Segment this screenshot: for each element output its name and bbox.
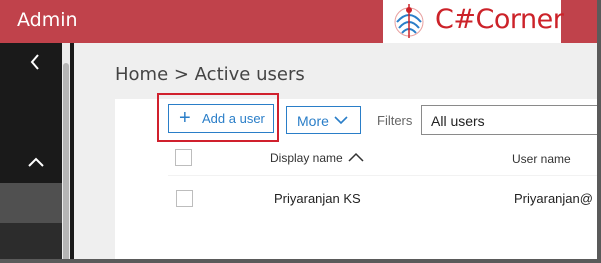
plus-icon: + bbox=[179, 107, 191, 129]
row-checkbox[interactable] bbox=[176, 190, 193, 207]
c-sharp-corner-logo-icon bbox=[394, 4, 424, 38]
app-title: Admin bbox=[17, 9, 78, 31]
add-user-label: Add a user bbox=[202, 111, 265, 126]
chevron-left-icon[interactable] bbox=[29, 53, 41, 75]
more-label: More bbox=[297, 113, 329, 129]
chevron-down-icon bbox=[334, 116, 348, 125]
sidebar-item[interactable] bbox=[0, 223, 62, 259]
filter-value: All users bbox=[431, 113, 485, 129]
sidebar-scrollbar-thumb[interactable] bbox=[63, 63, 69, 259]
sidebar-selected-item[interactable] bbox=[0, 183, 62, 223]
select-all-checkbox[interactable] bbox=[175, 149, 192, 166]
cell-user-name: Priyaranjan@ bbox=[514, 191, 593, 206]
cell-display-name[interactable]: Priyaranjan KS bbox=[274, 191, 361, 206]
chevron-up-icon[interactable] bbox=[27, 150, 45, 172]
column-header-display-name[interactable]: Display name bbox=[270, 151, 343, 165]
logo-text: C#Corner bbox=[435, 4, 564, 35]
sort-ascending-icon[interactable] bbox=[348, 152, 364, 162]
add-user-button[interactable]: + Add a user bbox=[168, 104, 274, 133]
c-sharp-corner-logo: C#Corner bbox=[383, 0, 564, 43]
column-header-user-name[interactable]: User name bbox=[512, 152, 571, 166]
filter-dropdown[interactable]: All users bbox=[421, 105, 597, 135]
row-divider bbox=[168, 175, 597, 176]
more-button[interactable]: More bbox=[286, 106, 361, 134]
breadcrumb: Home > Active users bbox=[115, 64, 305, 85]
filters-label: Filters bbox=[377, 113, 413, 128]
app-window: Admin C#Corner Home > Active users + Add… bbox=[0, 0, 601, 263]
